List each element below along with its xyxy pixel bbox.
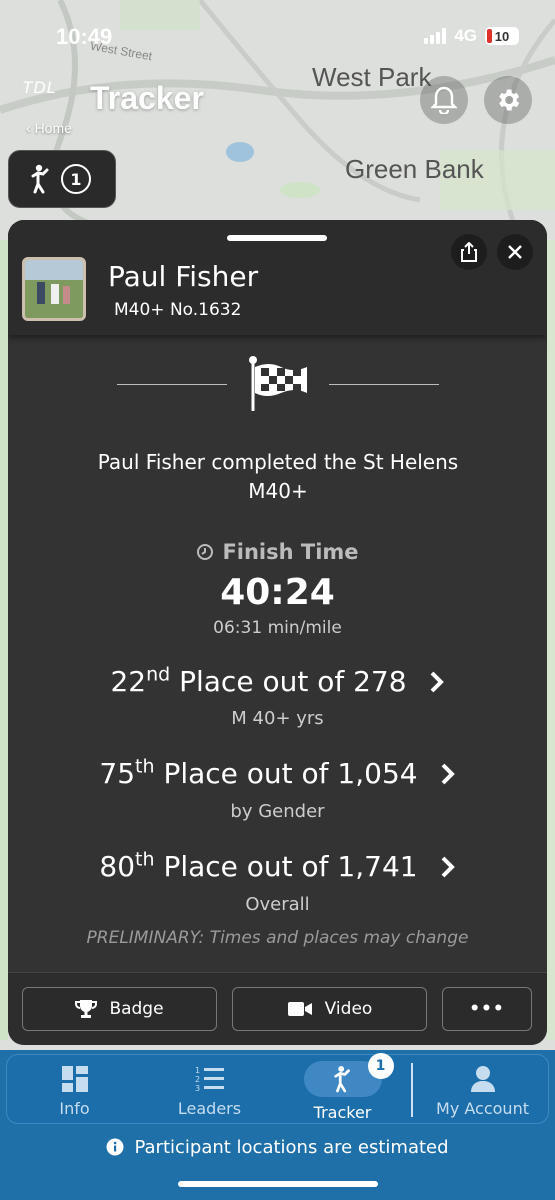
- drag-handle[interactable]: [227, 235, 327, 241]
- place-row-category[interactable]: 22nd Place out of 278: [8, 665, 547, 698]
- settings-button[interactable]: [484, 76, 532, 124]
- participant-category-number: M40+ No.1632: [114, 300, 242, 320]
- back-home-link[interactable]: ‹ Home: [26, 120, 72, 136]
- tracked-count-badge: 1: [61, 164, 91, 194]
- photo-image: [25, 260, 83, 318]
- status-bar: 10:49 4G 10: [0, 0, 555, 60]
- svg-text:2: 2: [195, 1075, 200, 1084]
- tab-tracker-label: Tracker: [313, 1103, 372, 1122]
- map-label-green-bank: Green Bank: [345, 154, 484, 184]
- location-notice-text: Participant locations are estimated: [134, 1136, 449, 1158]
- battery-level: 10: [494, 28, 510, 44]
- divider-line: [116, 383, 227, 385]
- share-icon: [461, 242, 477, 262]
- finish-flag-divider: [8, 355, 547, 413]
- tab-tracker-pill: 1: [303, 1053, 394, 1097]
- clock-icon: [197, 544, 214, 560]
- dashboard-icon: [61, 1066, 88, 1092]
- back-home-label: Home: [34, 120, 72, 136]
- trophy-icon: [75, 1000, 98, 1018]
- tab-info-label: Info: [59, 1099, 90, 1118]
- video-button[interactable]: Video: [232, 987, 427, 1031]
- battery-icon: 10: [485, 27, 519, 45]
- pace-value: 06:31 min/mile: [213, 618, 342, 638]
- tab-my-account[interactable]: My Account: [425, 1055, 540, 1125]
- card-actions: Badge Video •••: [8, 972, 547, 1045]
- participant-result-card: Paul Fisher M40+ No.1632 Paul Fisher com…: [8, 220, 547, 1045]
- tab-my-account-label: My Account: [436, 1099, 529, 1118]
- chevron-left-icon: ‹: [26, 120, 35, 136]
- ordered-list-icon: 1 2 3: [195, 1066, 224, 1093]
- signal-icon: [424, 28, 447, 44]
- place-subtitle: by Gender: [230, 801, 325, 822]
- finish-time-label-text: Finish Time: [222, 540, 359, 564]
- notifications-button[interactable]: [420, 76, 468, 124]
- location-notice: Participant locations are estimated: [0, 1130, 555, 1164]
- result-details: Paul Fisher completed the St Helens M40+…: [8, 335, 547, 965]
- completion-message: Paul Fisher completed the St Helens M40+: [97, 450, 459, 503]
- finish-time-value: 40:24: [220, 572, 335, 613]
- tab-bar: Info 1 2 3 Leaders 1 Tracker My Account: [6, 1053, 549, 1125]
- finish-time-label: Finish Time: [8, 540, 547, 564]
- checkered-flag-icon: [248, 356, 307, 411]
- close-icon: [508, 245, 522, 259]
- place-text: 75th Place out of 1,054: [99, 755, 418, 790]
- tab-tracker[interactable]: 1 Tracker: [295, 1053, 394, 1125]
- svg-text:1: 1: [195, 1066, 200, 1075]
- more-options-button[interactable]: •••: [442, 987, 532, 1031]
- status-time: 10:49: [56, 24, 113, 49]
- runner-icon: [333, 1065, 350, 1093]
- divider-line: [328, 383, 439, 385]
- card-header: Paul Fisher M40+ No.1632: [8, 220, 547, 335]
- network-type: 4G: [454, 26, 477, 45]
- share-button[interactable]: [451, 234, 487, 270]
- home-indicator[interactable]: [178, 1181, 378, 1187]
- badge-button[interactable]: Badge: [22, 987, 217, 1031]
- info-icon: [106, 1138, 124, 1156]
- place-subtitle: M 40+ yrs: [231, 708, 324, 729]
- tab-leaders-label: Leaders: [177, 1099, 242, 1118]
- tab-leaders[interactable]: 1 2 3 Leaders: [162, 1055, 257, 1125]
- participant-photo: [22, 257, 86, 321]
- gear-icon: [499, 89, 520, 111]
- chevron-right-icon: [430, 671, 444, 692]
- preliminary-note: PRELIMINARY: Times and places may change: [86, 928, 469, 948]
- tracker-count-badge: 1: [367, 1053, 394, 1079]
- page-title: Tracker: [90, 80, 204, 116]
- participant-name: Paul Fisher: [108, 260, 259, 293]
- place-text: 80th Place out of 1,741: [99, 848, 418, 883]
- tab-divider: [411, 1063, 413, 1117]
- tab-info[interactable]: Info: [27, 1055, 122, 1125]
- person-icon: [470, 1066, 495, 1092]
- map-label-west-park: West Park: [312, 62, 432, 92]
- place-subtitle: Overall: [245, 894, 310, 915]
- video-camera-icon: [287, 1002, 312, 1016]
- more-icon: •••: [469, 999, 505, 1019]
- status-indicators: 4G 10: [424, 26, 519, 46]
- tracked-participants-button[interactable]: 1: [8, 150, 116, 208]
- app-logo: TDL: [22, 78, 58, 97]
- chevron-right-icon: [441, 763, 455, 784]
- place-row-gender[interactable]: 75th Place out of 1,054: [8, 757, 547, 790]
- chevron-right-icon: [441, 856, 455, 877]
- svg-text:3: 3: [195, 1084, 200, 1093]
- bell-icon: [431, 86, 457, 114]
- runner-icon: [31, 164, 49, 194]
- close-button[interactable]: [497, 234, 533, 270]
- badge-button-label: Badge: [109, 999, 164, 1019]
- bottom-navigation: Info 1 2 3 Leaders 1 Tracker My Account …: [0, 1050, 555, 1200]
- place-text: 22nd Place out of 278: [110, 663, 407, 698]
- video-button-label: Video: [324, 999, 373, 1019]
- place-row-overall[interactable]: 80th Place out of 1,741: [8, 850, 547, 883]
